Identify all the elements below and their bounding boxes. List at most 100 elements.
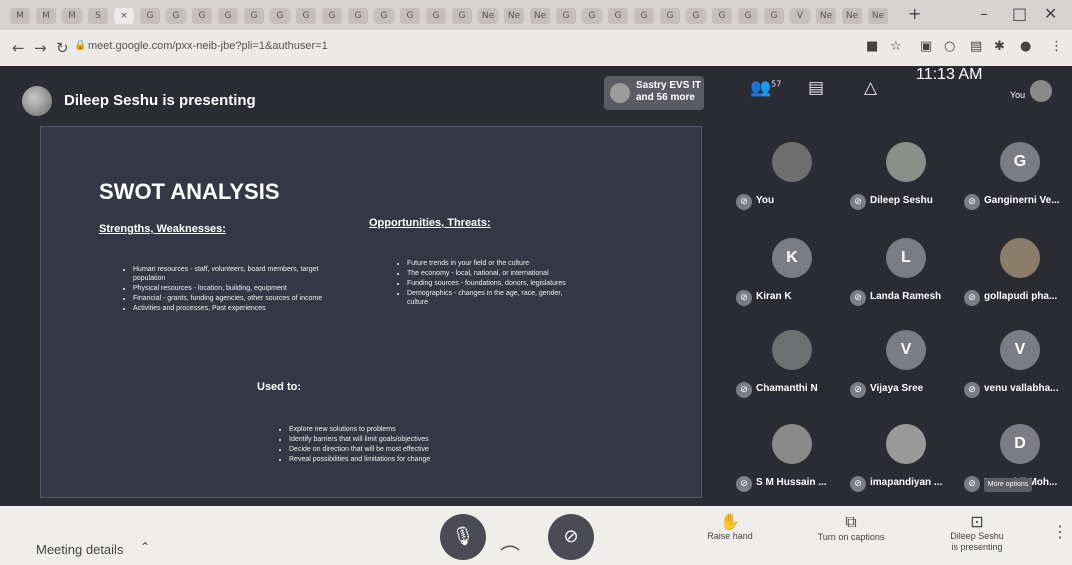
participant-name: Kiran K — [756, 291, 792, 302]
browser-tab[interactable]: S — [88, 8, 108, 24]
reload-icon[interactable]: ↻ — [56, 39, 69, 57]
close-window-icon[interactable]: ✕ — [1044, 4, 1057, 23]
chevron-up-icon[interactable]: ⌃ — [140, 540, 150, 554]
browser-tab[interactable]: V — [790, 8, 810, 24]
avatar: G — [1000, 142, 1040, 182]
browser-tab[interactable]: G — [660, 8, 680, 24]
browser-tab[interactable]: G — [556, 8, 576, 24]
participant-tile[interactable]: ⊘ imapandiyan ... — [850, 422, 968, 512]
browser-tab[interactable]: G — [634, 8, 654, 24]
captions-button[interactable]: ⧉ Turn on captions — [806, 512, 896, 543]
maximize-icon[interactable]: □ — [1012, 4, 1027, 23]
mic-muted-icon: ⊘ — [964, 194, 980, 210]
browser-tab[interactable]: G — [452, 8, 472, 24]
browser-tab[interactable]: G — [348, 8, 368, 24]
participant-name: Dileep Seshu — [870, 195, 933, 206]
participant-tile[interactable]: G ⊘ Ganginerni Ve... — [964, 140, 1072, 230]
mic-muted-icon: ⊘ — [850, 476, 866, 492]
extension-icon[interactable]: ○ — [944, 39, 955, 54]
opportunities-heading: Opportunities, Threats: — [369, 217, 491, 229]
clock: 11:13 AM — [916, 66, 983, 83]
browser-tab[interactable]: G — [296, 8, 316, 24]
strengths-list: Human resources - staff, volunteers, boa… — [121, 265, 323, 314]
participant-tile[interactable]: ⊘ gollapudi pha... — [964, 236, 1072, 326]
leave-call-button[interactable]: ︵ — [500, 526, 520, 555]
avatar: V — [886, 330, 926, 370]
list-item: Activities and processes, Past experienc… — [133, 304, 323, 313]
extensions-puzzle-icon[interactable]: ✱ — [994, 39, 1005, 54]
presentation-slide: SWOT ANALYSIS Strengths, Weaknesses: Hum… — [40, 126, 702, 498]
browser-tab[interactable]: Ne — [816, 8, 836, 24]
participant-tile[interactable]: V ⊘ venu vallabha... — [964, 328, 1072, 418]
avatar: D — [1000, 424, 1040, 464]
browser-tab[interactable]: G — [192, 8, 212, 24]
avatar: L — [886, 238, 926, 278]
browser-tab[interactable]: G — [244, 8, 264, 24]
participant-tile[interactable]: K ⊘ Kiran K — [736, 236, 854, 326]
meeting-details-button[interactable]: Meeting details — [36, 542, 123, 557]
participant-tile[interactable]: L ⊘ Landa Ramesh — [850, 236, 968, 326]
minimize-icon[interactable]: – — [980, 4, 988, 23]
extension-icon[interactable]: ▣ — [920, 39, 932, 54]
more-options-button[interactable]: More options — [984, 478, 1032, 492]
list-item: Future trends in your field or the cultu… — [407, 259, 577, 268]
mic-off-button[interactable]: 🎙 — [440, 514, 486, 560]
avatar — [1030, 80, 1052, 102]
browser-menu-icon[interactable]: ⋮ — [1050, 39, 1063, 54]
browser-tab[interactable]: Ne — [842, 8, 862, 24]
camera-indicator-icon[interactable]: ■ — [866, 39, 878, 54]
browser-tab[interactable]: Ne — [504, 8, 524, 24]
browser-tab[interactable]: G — [738, 8, 758, 24]
forward-icon[interactable]: → — [34, 39, 47, 57]
browser-tab[interactable]: G — [218, 8, 238, 24]
browser-tab[interactable]: G — [166, 8, 186, 24]
participants-summary[interactable]: Sastry EVS IT and 56 more — [604, 76, 704, 110]
activities-icon[interactable]: △ — [864, 78, 877, 98]
participant-name: Chamanthi N — [756, 383, 818, 394]
extension-icon[interactable]: ▤ — [970, 39, 982, 54]
browser-tab[interactable]: M — [10, 8, 30, 24]
browser-tab[interactable]: G — [712, 8, 732, 24]
list-item: The economy - local, national, or intern… — [407, 269, 577, 278]
participant-tile[interactable]: ⊘ Chamanthi N — [736, 328, 854, 418]
participant-tile[interactable]: ⊘ S M Hussain ... — [736, 422, 854, 512]
participant-tile[interactable]: ⊘ Dileep Seshu — [850, 140, 968, 230]
profile-icon[interactable]: ● — [1020, 39, 1031, 54]
active-tab-close-icon[interactable]: × — [114, 8, 134, 24]
list-item: Explore new solutions to problems — [289, 425, 489, 434]
browser-tab[interactable]: M — [62, 8, 82, 24]
new-tab-button[interactable]: + — [908, 4, 921, 23]
url-field[interactable]: meet.google.com/pxx-neib-jbe?pli=1&authu… — [88, 40, 328, 52]
participant-tile[interactable]: ⊘ You — [736, 140, 854, 230]
browser-tab[interactable]: G — [140, 8, 160, 24]
more-actions-icon[interactable]: ⋮ — [1052, 522, 1068, 541]
browser-tab[interactable]: Ne — [478, 8, 498, 24]
browser-tab[interactable]: Ne — [530, 8, 550, 24]
list-item: Demographics - changes in the age, race,… — [407, 289, 577, 307]
browser-tab[interactable]: G — [374, 8, 394, 24]
browser-tab[interactable]: G — [400, 8, 420, 24]
presenting-status-button[interactable]: ⊡ Dileep Seshu is presenting — [940, 512, 1014, 553]
avatar — [1000, 238, 1040, 278]
back-icon[interactable]: ← — [12, 39, 25, 57]
browser-tab[interactable]: G — [686, 8, 706, 24]
browser-tab[interactable]: Ne — [868, 8, 888, 24]
participant-tile[interactable]: D⊘Dr Reddi Moh... — [964, 422, 1072, 512]
people-icon[interactable]: 👥57 — [750, 78, 781, 98]
bookmark-star-icon[interactable]: ☆ — [890, 39, 902, 54]
chat-icon[interactable]: ▤ — [808, 78, 824, 98]
browser-tab[interactable]: G — [426, 8, 446, 24]
browser-tab[interactable]: G — [270, 8, 290, 24]
participants-line1: Sastry EVS IT — [636, 80, 702, 91]
browser-tab[interactable]: G — [608, 8, 628, 24]
camera-off-button[interactable]: ⊘ — [548, 514, 594, 560]
browser-tab[interactable]: G — [322, 8, 342, 24]
you-label: You — [1010, 90, 1026, 100]
participant-name: gollapudi pha... — [984, 291, 1058, 302]
browser-tab[interactable]: G — [582, 8, 602, 24]
browser-tab[interactable]: G — [764, 8, 784, 24]
raise-hand-button[interactable]: ✋ Raise hand — [704, 512, 756, 542]
participant-tile[interactable]: V ⊘ Vijaya Sree — [850, 328, 968, 418]
browser-tab[interactable]: M — [36, 8, 56, 24]
mic-muted-icon: ⊘ — [736, 476, 752, 492]
